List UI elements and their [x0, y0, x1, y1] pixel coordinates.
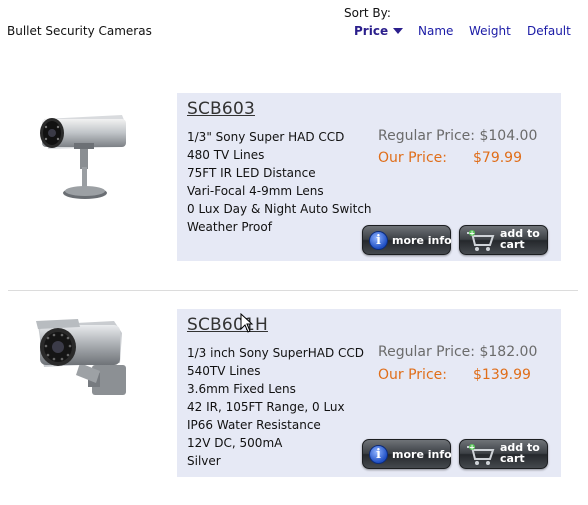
svg-text:+: +	[469, 230, 475, 238]
add-to-cart-label: add to cart	[500, 442, 540, 464]
spec-line: 42 IR, 105FT Range, 0 Lux	[187, 400, 345, 414]
product-panel: SCB603 1/3" Sony Super HAD CCD 480 TV Li…	[177, 93, 561, 261]
regular-price: Regular Price: $104.00	[378, 128, 537, 144]
bullet-camera-wall-mount-icon	[36, 319, 126, 395]
bullet-camera-on-stand-icon	[40, 115, 126, 199]
sort-option-weight[interactable]: Weight	[469, 24, 511, 38]
info-icon: i	[369, 231, 388, 250]
mouse-cursor-icon	[240, 313, 254, 333]
regular-price-value: $182.00	[479, 344, 538, 360]
our-price: Our Price: $139.99	[378, 367, 531, 383]
product-specs: 1/3" Sony Super HAD CCD 480 TV Lines 75F…	[187, 128, 372, 236]
product-name-link[interactable]: SCB601H	[187, 315, 268, 335]
shopping-cart-icon: +	[467, 230, 495, 251]
spec-line: 480 TV Lines	[187, 148, 265, 162]
more-info-label: more info	[392, 448, 452, 461]
add-to-cart-button[interactable]: + add to cart	[459, 225, 548, 255]
add-to-cart-button[interactable]: + add to cart	[459, 439, 548, 469]
info-icon: i	[369, 445, 388, 464]
add-to-cart-label: add to cart	[500, 228, 540, 250]
more-info-label: more info	[392, 234, 452, 247]
sort-option-price[interactable]: Price	[354, 24, 404, 38]
sort-option-price-label: Price	[354, 24, 389, 38]
add-to-cart-line2: cart	[500, 452, 525, 465]
our-price: Our Price: $79.99	[378, 150, 522, 166]
product-image[interactable]	[30, 97, 140, 205]
our-price-label: Our Price:	[378, 367, 447, 383]
product-panel: SCB601H 1/3 inch Sony SuperHAD CCD 540TV…	[177, 309, 561, 477]
our-price-label: Our Price:	[378, 150, 447, 166]
spec-line: Weather Proof	[187, 220, 272, 234]
spec-line: 540TV Lines	[187, 364, 261, 378]
spec-line: 12V DC, 500mA	[187, 436, 283, 450]
product-image[interactable]	[30, 313, 140, 421]
spec-line: Silver	[187, 454, 221, 468]
spec-line: 3.6mm Fixed Lens	[187, 382, 296, 396]
spec-line: 1/3 inch Sony SuperHAD CCD	[187, 346, 365, 360]
our-price-value: $79.99	[473, 150, 522, 166]
regular-price-value: $104.00	[479, 128, 538, 144]
sort-option-default[interactable]: Default	[527, 24, 571, 38]
sort-option-name[interactable]: Name	[418, 24, 453, 38]
regular-price-label: Regular Price:	[378, 344, 476, 360]
spec-line: Vari-Focal 4-9mm Lens	[187, 184, 324, 198]
spec-line: 75FT IR LED Distance	[187, 166, 316, 180]
add-to-cart-line2: cart	[500, 238, 525, 251]
more-info-button[interactable]: i more info	[362, 439, 452, 469]
regular-price-label: Regular Price:	[378, 128, 476, 144]
spec-line: 1/3" Sony Super HAD CCD	[187, 130, 345, 144]
svg-text:+: +	[469, 444, 475, 452]
divider	[8, 290, 578, 291]
spec-line: IP66 Water Resistance	[187, 418, 321, 432]
more-info-button[interactable]: i more info	[362, 225, 452, 255]
regular-price: Regular Price: $182.00	[378, 344, 537, 360]
chevron-down-icon	[393, 28, 404, 34]
shopping-cart-icon: +	[467, 444, 495, 465]
product-specs: 1/3 inch Sony SuperHAD CCD 540TV Lines 3…	[187, 344, 364, 470]
product-name-link[interactable]: SCB603	[187, 99, 255, 119]
our-price-value: $139.99	[473, 367, 531, 383]
spec-line: 0 Lux Day & Night Auto Switch	[187, 202, 372, 216]
sort-label: Sort By:	[344, 6, 391, 20]
page-heading: Bullet Security Cameras	[7, 24, 152, 38]
